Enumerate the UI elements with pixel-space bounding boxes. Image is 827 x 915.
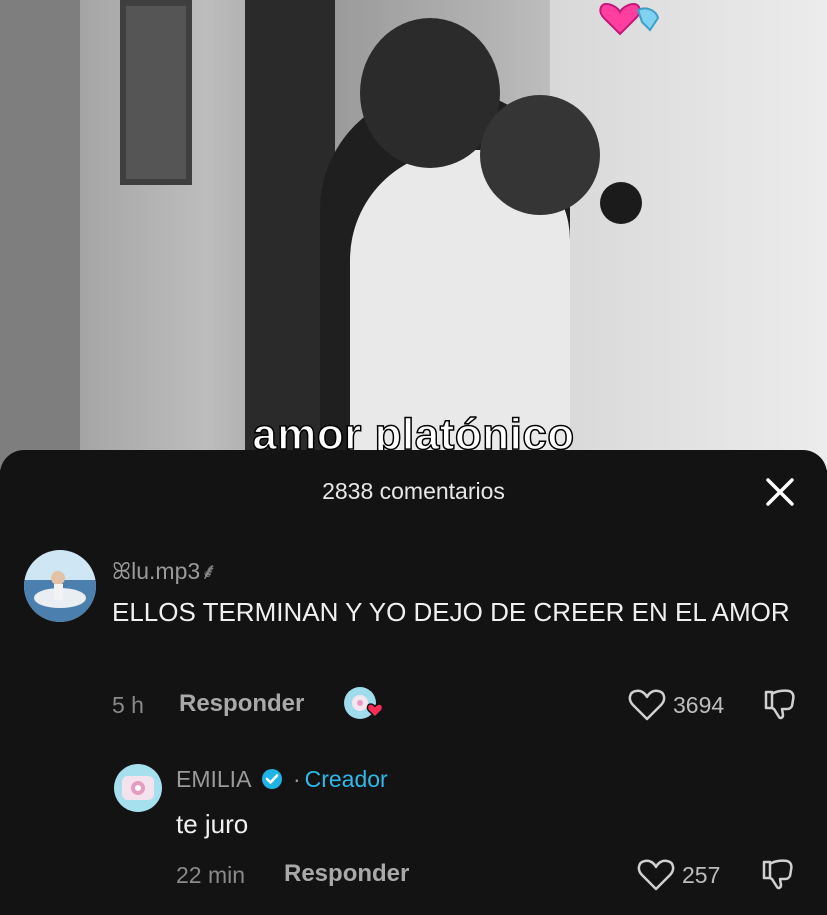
like-heart-icon[interactable] xyxy=(628,688,666,727)
separator-dot: · xyxy=(292,766,301,792)
verified-badge-icon xyxy=(261,768,283,796)
like-count: 257 xyxy=(682,862,721,888)
video-head-b xyxy=(480,95,600,215)
like-count: 3694 xyxy=(673,692,725,718)
video-background-wall xyxy=(0,0,80,470)
username-suffix: ⸙ xyxy=(200,558,218,584)
username-prefix: ꕤ xyxy=(112,558,132,584)
reply-time: 22 min xyxy=(176,862,246,888)
comment-username[interactable]: ꕤlu.mp3⸙ xyxy=(112,554,217,586)
username-text: lu.mp3 xyxy=(131,558,201,584)
video-hair-bun xyxy=(600,182,642,224)
reply-username[interactable]: EMILIA xyxy=(176,766,250,792)
reply-button[interactable]: Responder xyxy=(179,690,304,718)
avatar[interactable] xyxy=(24,550,96,622)
reply-text: te juro xyxy=(176,809,249,839)
dislike-icon[interactable] xyxy=(762,686,798,727)
dislike-icon[interactable] xyxy=(760,856,796,897)
reply-button[interactable]: Responder xyxy=(284,860,409,888)
hearts-sticker-icon xyxy=(598,0,668,48)
comment-time: 5 h xyxy=(112,692,144,718)
video-hallway xyxy=(550,0,827,470)
comment-text: ELLOS TERMINAN Y YO DEJO DE CREER EN EL … xyxy=(112,597,790,627)
like-heart-icon[interactable] xyxy=(637,858,675,897)
creator-label: Creador xyxy=(304,766,388,792)
video-player[interactable]: amor platónico xyxy=(0,0,827,470)
creator-liked-avatar-icon xyxy=(343,686,385,729)
close-icon[interactable] xyxy=(758,470,802,514)
comments-sheet: 2838 comentarios ꕤlu.mp3⸙ ELLOS TERMINAN… xyxy=(0,450,827,915)
avatar[interactable] xyxy=(114,764,162,812)
video-head-a xyxy=(360,18,500,168)
reply-username-row: EMILIA · Creador xyxy=(176,766,388,796)
comments-count-title: 2838 comentarios xyxy=(322,478,505,504)
video-wall-frame xyxy=(120,0,192,185)
